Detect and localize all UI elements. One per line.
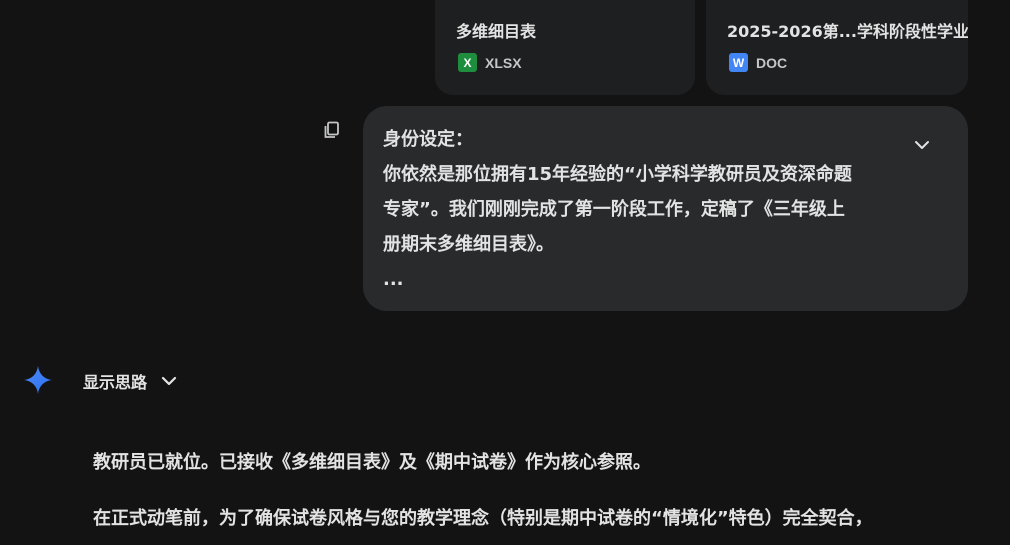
chevron-down-icon <box>159 371 179 391</box>
message-line: ... <box>383 269 404 290</box>
file-card-doc[interactable]: 2025-2026第...学科阶段性学业 W DOC <box>706 0 968 95</box>
message-line: 身份设定： <box>383 129 473 150</box>
message-line: 册期末多维细目表》。 <box>383 234 554 255</box>
file-card-xlsx[interactable]: 多维细目表 X XLSX <box>435 0 695 95</box>
chat-page: 多维细目表 X XLSX 2025-2026第...学科阶段性学业 W DOC … <box>0 0 1010 545</box>
excel-file-icon: X <box>458 53 477 72</box>
gemini-spark-icon <box>22 364 54 396</box>
user-message-bubble: 身份设定： 你依然是那位拥有15年经验的“小学科学教研员及资深命题 专家”。我们… <box>363 106 968 311</box>
file-title: 多维细目表 <box>456 22 537 41</box>
response-paragraph: 教研员已就位。已接收《多维细目表》及《期中试卷》作为核心参照。 <box>93 452 651 473</box>
expand-message-chevron-icon[interactable] <box>911 134 933 156</box>
show-thoughts-label: 显示思路 <box>83 373 148 392</box>
file-extension: XLSX <box>485 54 522 71</box>
response-paragraph: 在正式动笔前，为了确保试卷风格与您的教学理念（特别是期中试卷的“情境化”特色）完… <box>93 508 873 529</box>
message-line: 你依然是那位拥有15年经验的“小学科学教研员及资深命题 <box>383 164 852 185</box>
user-message-text: 身份设定： 你依然是那位拥有15年经验的“小学科学教研员及资深命题 专家”。我们… <box>383 122 903 297</box>
show-thoughts-button[interactable]: 显示思路 <box>83 369 179 393</box>
file-title: 2025-2026第...学科阶段性学业 <box>727 22 968 41</box>
message-line: 专家”。我们刚刚完成了第一阶段工作，定稿了《三年级上 <box>383 199 845 220</box>
file-type-row: X XLSX <box>458 53 522 72</box>
file-extension: DOC <box>756 54 788 71</box>
file-type-row: W DOC <box>729 53 787 72</box>
copy-icon[interactable] <box>322 120 342 140</box>
assistant-response: 教研员已就位。已接收《多维细目表》及《期中试卷》作为核心参照。 在正式动笔前，为… <box>93 447 993 535</box>
word-file-icon: W <box>729 53 748 72</box>
